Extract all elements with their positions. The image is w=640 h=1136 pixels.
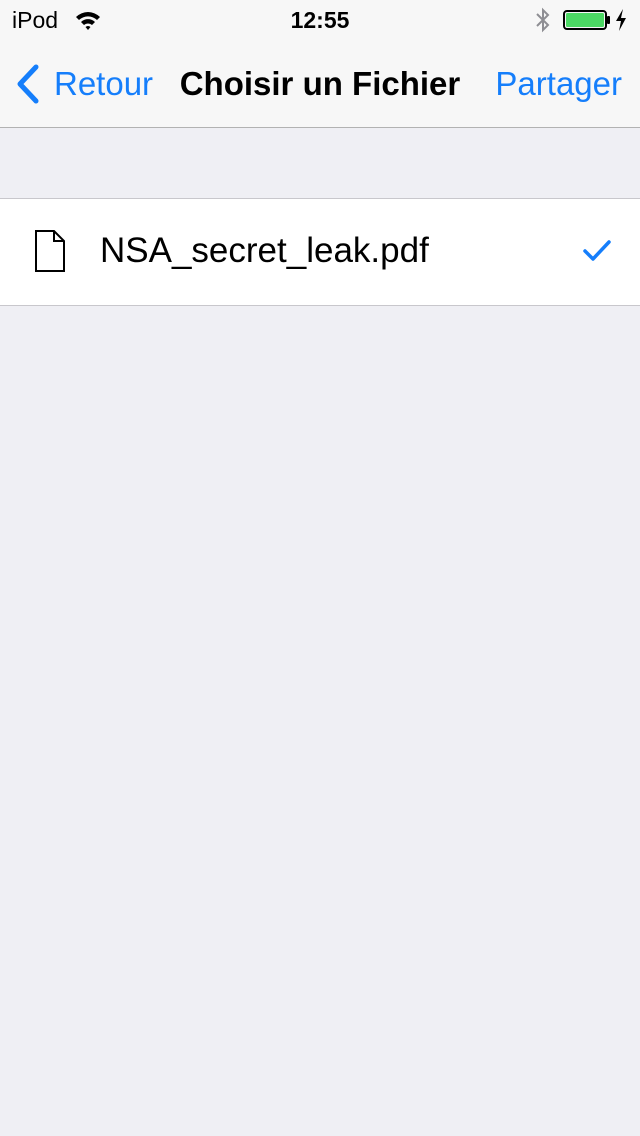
chevron-left-icon: [17, 64, 39, 104]
file-name: NSA_secret_leak.pdf: [100, 231, 429, 270]
status-bar: iPod 12:55: [0, 0, 640, 40]
file-list: NSA_secret_leak.pdf: [0, 198, 640, 306]
battery-icon: [563, 10, 610, 30]
back-button-label: Retour: [54, 65, 154, 102]
bluetooth-icon: [536, 7, 550, 33]
share-button[interactable]: Partager: [495, 62, 622, 106]
document-icon: [35, 230, 65, 272]
file-row[interactable]: NSA_secret_leak.pdf: [0, 199, 640, 305]
battery-fill: [566, 13, 604, 27]
charging-icon: [616, 9, 626, 31]
header: iPod 12:55 Retour Choisir un Fichier Par…: [0, 0, 640, 128]
checkmark-icon: [583, 240, 611, 261]
back-button[interactable]: Retour: [14, 62, 153, 106]
page-title: Choisir un Fichier: [179, 65, 461, 102]
